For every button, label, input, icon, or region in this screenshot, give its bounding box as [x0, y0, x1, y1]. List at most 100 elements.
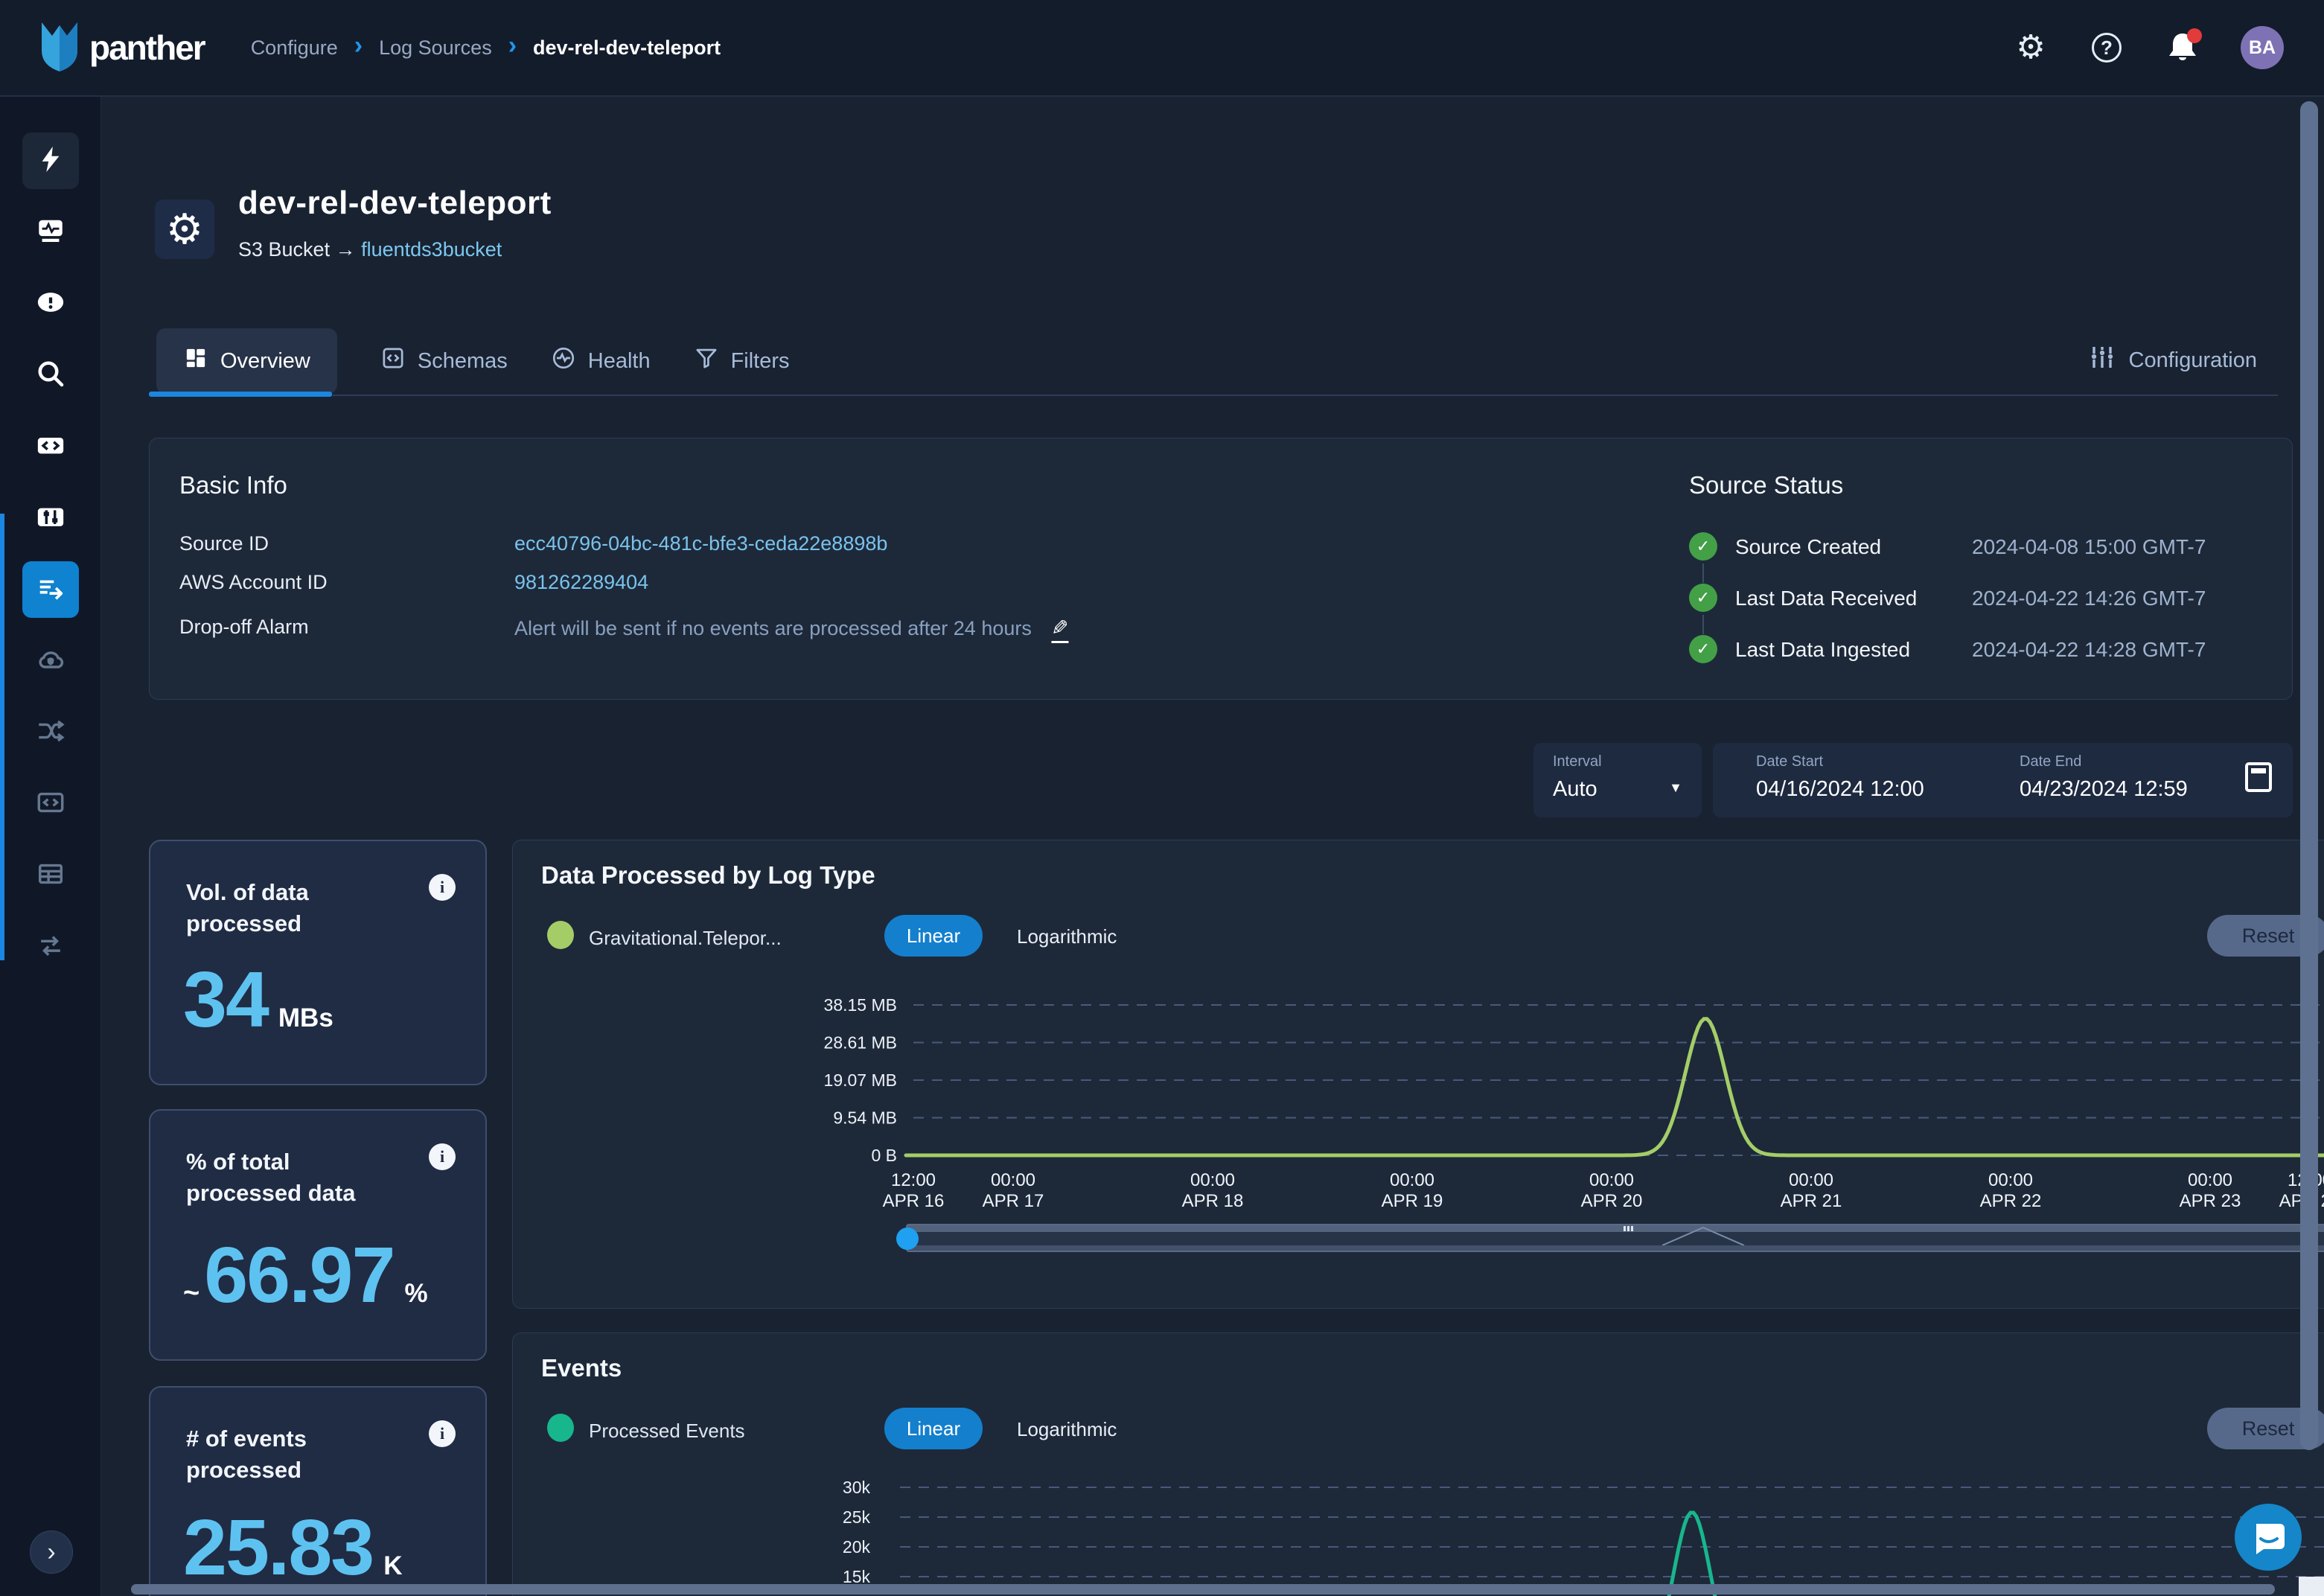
- sidebar-section-accent: [0, 514, 4, 960]
- legend-label[interactable]: Processed Events: [589, 1420, 745, 1443]
- sidebar-item-cloud-shield[interactable]: [22, 633, 79, 689]
- date-end-label: Date End: [2020, 753, 2081, 770]
- tab-schemas[interactable]: Schemas: [380, 345, 508, 377]
- svg-text:30k: 30k: [843, 1478, 871, 1497]
- svg-text:0 B: 0 B: [871, 1146, 897, 1165]
- info-row-label: AWS Account ID: [179, 571, 328, 594]
- stat-card: # of events processedi25.83K: [149, 1386, 487, 1596]
- interval-value: Auto: [1553, 777, 1597, 802]
- tab-label: Filters: [731, 349, 790, 374]
- chevron-right-icon: ›: [508, 45, 517, 50]
- date-start-value: 04/16/2024 12:00: [1756, 777, 1924, 802]
- sidebar-item-code-window[interactable]: [22, 776, 79, 832]
- status-check-icon: ✓: [1689, 584, 1717, 612]
- sidebar-item-monitor-pulse[interactable]: [22, 204, 79, 261]
- notifications-bell-icon[interactable]: [2165, 30, 2200, 66]
- svg-text:19.07 MB: 19.07 MB: [824, 1070, 897, 1090]
- date-range-picker[interactable]: Date Start 04/16/2024 12:00 Date End 04/…: [1713, 743, 2293, 817]
- source-type-icon: ⚙: [155, 200, 214, 259]
- swap-icon: [34, 931, 67, 964]
- breadcrumb: Configure›Log Sources›dev-rel-dev-telepo…: [251, 36, 721, 60]
- tab-health[interactable]: Health: [551, 345, 651, 377]
- status-label: Source Created: [1735, 535, 1881, 559]
- top-bar: panther Configure›Log Sources›dev-rel-de…: [0, 0, 2324, 97]
- info-icon[interactable]: i: [429, 1143, 456, 1170]
- configuration-button[interactable]: Configuration: [2089, 344, 2258, 377]
- horizontal-scrollbar-thumb[interactable]: [131, 1584, 2275, 1595]
- svg-text:00:00APR 17: 00:00APR 17: [983, 1170, 1044, 1211]
- stat-value: 66.97: [204, 1230, 394, 1321]
- scale-linear-button[interactable]: Linear: [884, 915, 983, 957]
- breadcrumb-item[interactable]: Configure: [251, 36, 338, 60]
- stat-card: Vol. of data processedi34MBs: [149, 840, 487, 1085]
- chart-zoom-brush[interactable]: [906, 1224, 2324, 1252]
- scale-logarithmic-button[interactable]: Logarithmic: [1017, 1418, 1117, 1441]
- brush-handle-left[interactable]: [896, 1228, 919, 1250]
- info-icon[interactable]: i: [429, 874, 456, 901]
- data-flow-icon: [34, 716, 67, 750]
- chat-bubble-button[interactable]: [2235, 1504, 2302, 1571]
- user-avatar[interactable]: BA: [2241, 26, 2284, 69]
- svg-text:25k: 25k: [843, 1507, 871, 1527]
- interval-select[interactable]: Interval Auto ▼: [1533, 743, 1702, 817]
- sidebar-item-sliders[interactable]: [22, 490, 79, 546]
- sidebar-item-log-sources[interactable]: [22, 561, 79, 618]
- main-content: ⚙ dev-rel-dev-teleport S3 Bucket → fluen…: [101, 97, 2324, 1596]
- tab-overview[interactable]: Overview: [156, 328, 337, 394]
- vertical-scrollbar-thumb[interactable]: [2300, 101, 2318, 1450]
- notification-dot: [2187, 28, 2202, 43]
- tabs-divider: [149, 395, 2278, 396]
- legend-label[interactable]: Gravitational.Telepor...: [589, 927, 782, 950]
- alert-icon: [34, 287, 67, 321]
- scale-linear-button[interactable]: Linear: [884, 1408, 983, 1449]
- svg-text:28.61 MB: 28.61 MB: [824, 1033, 897, 1053]
- chart-plot: 30k25k20k15k: [513, 1461, 2324, 1596]
- status-value: 2024-04-22 14:26 GMT-7: [1972, 587, 2206, 610]
- topbar-actions: ⚙ ? BA: [2013, 26, 2284, 69]
- help-icon[interactable]: ?: [2089, 30, 2125, 66]
- breadcrumb-item[interactable]: Log Sources: [379, 36, 492, 60]
- sidebar-item-data-flow[interactable]: [22, 704, 79, 761]
- stat-unit: MBs: [278, 1003, 333, 1033]
- stat-value: 25.83: [183, 1503, 373, 1593]
- app-root: panther Configure›Log Sources›dev-rel-de…: [0, 0, 2324, 1596]
- sidebar-expand-button[interactable]: ›: [30, 1530, 73, 1574]
- scale-logarithmic-button[interactable]: Logarithmic: [1017, 925, 1117, 948]
- status-label: Last Data Ingested: [1735, 638, 1910, 662]
- basic-info-title: Basic Info: [179, 471, 287, 499]
- settings-gear-icon[interactable]: ⚙: [2013, 30, 2049, 66]
- code-icon: [34, 430, 67, 464]
- sidebar-item-flash[interactable]: [22, 133, 79, 189]
- sidebar-item-search[interactable]: [22, 347, 79, 403]
- stat-card-title: Vol. of data processed: [186, 877, 409, 939]
- sidebar-item-alert[interactable]: [22, 275, 79, 332]
- panther-logo[interactable]: panther: [36, 18, 205, 78]
- bucket-link[interactable]: fluentds3bucket: [361, 238, 502, 261]
- legend-dot: [547, 921, 574, 949]
- edit-pencil-icon[interactable]: ✎: [1051, 616, 1068, 643]
- svg-text:38.15 MB: 38.15 MB: [824, 995, 897, 1015]
- source-type-label: S3 Bucket: [238, 238, 330, 261]
- tab-label: Health: [588, 349, 651, 374]
- tabs: Overview Schemas Health Filters: [156, 328, 790, 395]
- basic-info-panel: Basic Info Source Status Source IDecc407…: [149, 438, 2293, 700]
- sidebar-item-code[interactable]: [22, 418, 79, 475]
- sidebar-item-table[interactable]: [22, 847, 79, 904]
- stat-card-title: # of events processed: [186, 1423, 409, 1486]
- status-value: 2024-04-08 15:00 GMT-7: [1972, 535, 2206, 559]
- log-sources-icon: [34, 573, 67, 607]
- info-icon[interactable]: i: [429, 1420, 456, 1447]
- info-row-label: Source ID: [179, 532, 269, 555]
- horizontal-scrollbar: [101, 1583, 2324, 1596]
- info-row-value: 981262289404: [514, 571, 648, 594]
- schema-code-icon: [380, 345, 406, 377]
- sidebar-item-swap[interactable]: [22, 919, 79, 975]
- calendar-icon[interactable]: [2245, 762, 2272, 792]
- configuration-sliders-icon: [2089, 344, 2116, 377]
- tab-filters[interactable]: Filters: [694, 345, 790, 377]
- svg-text:00:00APR 21: 00:00APR 21: [1781, 1170, 1842, 1211]
- brush-minimap: [907, 1226, 2324, 1245]
- logo-text: panther: [89, 28, 205, 68]
- chart-title: Events: [541, 1354, 622, 1382]
- scrollbar-corner: [2299, 1577, 2324, 1596]
